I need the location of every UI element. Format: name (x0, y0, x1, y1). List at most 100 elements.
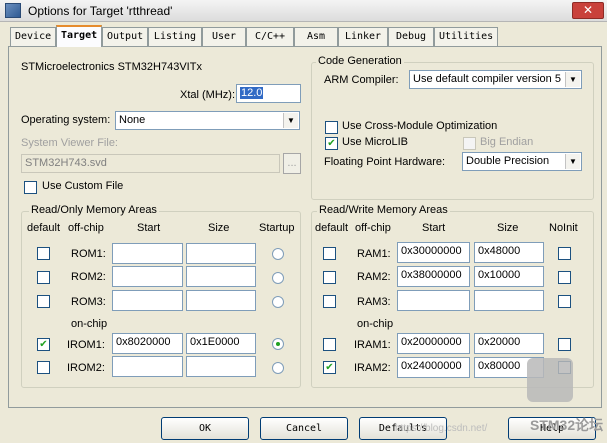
cancel-button[interactable]: Cancel (260, 417, 348, 440)
xtal-label: Xtal (MHz): (180, 89, 235, 101)
rw-header-offchip: off-chip (355, 222, 391, 234)
check-icon: ✔ (327, 138, 336, 149)
rom2-start-input[interactable] (112, 266, 183, 287)
xtal-value: 12.0 (240, 87, 264, 99)
irom2-default-checkbox[interactable] (37, 361, 50, 374)
tab-target[interactable]: Target (56, 25, 102, 47)
use-custom-file-checkbox[interactable] (24, 181, 37, 194)
rom2-startup-radio[interactable] (272, 272, 284, 284)
rom1-label: ROM1: (71, 248, 106, 260)
rom2-size-input[interactable] (186, 266, 256, 287)
device-name: STMicroelectronics STM32H743VITx (21, 61, 202, 73)
rom1-size-input[interactable] (186, 243, 256, 264)
ram3-size-input[interactable] (474, 290, 544, 311)
ram1-label: RAM1: (357, 248, 391, 260)
ram2-default-checkbox[interactable] (323, 271, 336, 284)
ram3-noinit-checkbox[interactable] (558, 295, 571, 308)
rom1-default-checkbox[interactable] (37, 247, 50, 260)
ro-memory-legend: Read/Only Memory Areas (29, 204, 159, 216)
tab-debug[interactable]: Debug (388, 27, 434, 46)
ram1-size-input[interactable]: 0x48000 (474, 242, 544, 263)
irom2-label: IROM2: (67, 362, 105, 374)
iram1-start-input[interactable]: 0x20000000 (397, 333, 470, 354)
irom1-default-checkbox[interactable]: ✔ (37, 338, 50, 351)
iram1-noinit-checkbox[interactable] (558, 338, 571, 351)
fpu-select[interactable]: Double Precision ▼ (462, 152, 582, 171)
cross-module-label: Use Cross-Module Optimization (342, 120, 498, 132)
big-endian-checkbox[interactable] (463, 137, 476, 150)
ram3-label: RAM3: (357, 296, 391, 308)
iram1-size-input[interactable]: 0x20000 (474, 333, 544, 354)
ro-header-offchip: off-chip (68, 222, 104, 234)
tab-listing[interactable]: Listing (148, 27, 202, 46)
ram2-label: RAM2: (357, 271, 391, 283)
iram1-default-checkbox[interactable] (323, 338, 336, 351)
ok-button[interactable]: OK (161, 417, 249, 440)
iram2-label: IRAM2: (354, 362, 391, 374)
os-select[interactable]: None ▼ (115, 111, 300, 130)
rw-onchip-label: on-chip (357, 318, 394, 330)
tab-device[interactable]: Device (10, 27, 56, 46)
use-custom-file-label: Use Custom File (42, 180, 124, 192)
irom2-startup-radio[interactable] (272, 362, 284, 374)
rom3-startup-radio[interactable] (272, 296, 284, 308)
ram1-start-input[interactable]: 0x30000000 (397, 242, 470, 263)
code-generation-legend: Code Generation (316, 55, 404, 67)
rom2-label: ROM2: (71, 271, 106, 283)
irom1-startup-radio[interactable] (272, 338, 284, 350)
rom3-default-checkbox[interactable] (37, 295, 50, 308)
rom3-size-input[interactable] (186, 290, 256, 311)
check-icon: ✔ (39, 339, 48, 350)
irom1-size-input[interactable]: 0x1E0000 (186, 333, 256, 354)
ram1-default-checkbox[interactable] (323, 247, 336, 260)
app-icon (5, 3, 21, 18)
svd-input[interactable]: STM32H743.svd (21, 154, 280, 173)
rw-header-noinit: NoInit (549, 222, 578, 234)
irom2-size-input[interactable] (186, 356, 256, 377)
irom1-start-input[interactable]: 0x8020000 (112, 333, 183, 354)
chevron-down-icon: ▼ (565, 154, 580, 169)
arm-compiler-select[interactable]: Use default compiler version 5 ▼ (409, 70, 582, 89)
ro-header-default: default (27, 222, 61, 234)
xtal-input[interactable]: 12.0 (236, 84, 301, 103)
tab-user[interactable]: User (202, 27, 246, 46)
check-icon: ✔ (325, 362, 334, 373)
ram3-default-checkbox[interactable] (323, 295, 336, 308)
irom2-start-input[interactable] (112, 356, 183, 377)
rw-header-default: default (315, 222, 349, 234)
rw-memory-legend: Read/Write Memory Areas (317, 204, 450, 216)
rom3-start-input[interactable] (112, 290, 183, 311)
rom2-default-checkbox[interactable] (37, 271, 50, 284)
microlib-label: Use MicroLIB (342, 136, 409, 148)
arm-compiler-value: Use default compiler version 5 (413, 73, 561, 85)
microlib-checkbox[interactable]: ✔ (325, 137, 338, 150)
fpu-label: Floating Point Hardware: (324, 156, 446, 168)
tab-utilities[interactable]: Utilities (434, 27, 498, 46)
svd-browse-button[interactable]: ... (283, 153, 301, 174)
iram2-default-checkbox[interactable]: ✔ (323, 361, 336, 374)
tab-asm[interactable]: Asm (294, 27, 338, 46)
ram2-start-input[interactable]: 0x38000000 (397, 266, 470, 287)
cross-module-checkbox[interactable] (325, 121, 338, 134)
ram1-noinit-checkbox[interactable] (558, 247, 571, 260)
os-value: None (119, 114, 146, 126)
rom1-start-input[interactable] (112, 243, 183, 264)
ram2-size-input[interactable]: 0x10000 (474, 266, 544, 287)
iram1-label: IRAM1: (354, 339, 391, 351)
ram3-start-input[interactable] (397, 290, 470, 311)
rom1-startup-radio[interactable] (272, 248, 284, 260)
os-label: Operating system: (21, 114, 111, 126)
watermark-text: https://blog.csdn.net/ (395, 423, 488, 434)
tab-c-cpp[interactable]: C/C++ (246, 27, 294, 46)
chevron-down-icon: ▼ (283, 113, 298, 128)
ro-header-size: Size (208, 222, 230, 234)
tab-output[interactable]: Output (102, 27, 148, 46)
fpu-value: Double Precision (466, 155, 550, 167)
close-button[interactable]: ✕ (572, 2, 604, 19)
ram2-noinit-checkbox[interactable] (558, 271, 571, 284)
iram2-start-input[interactable]: 0x24000000 (397, 357, 470, 378)
rom3-label: ROM3: (71, 296, 106, 308)
tab-linker[interactable]: Linker (338, 27, 388, 46)
ro-header-start: Start (137, 222, 161, 234)
arm-compiler-label: ARM Compiler: (324, 74, 399, 86)
